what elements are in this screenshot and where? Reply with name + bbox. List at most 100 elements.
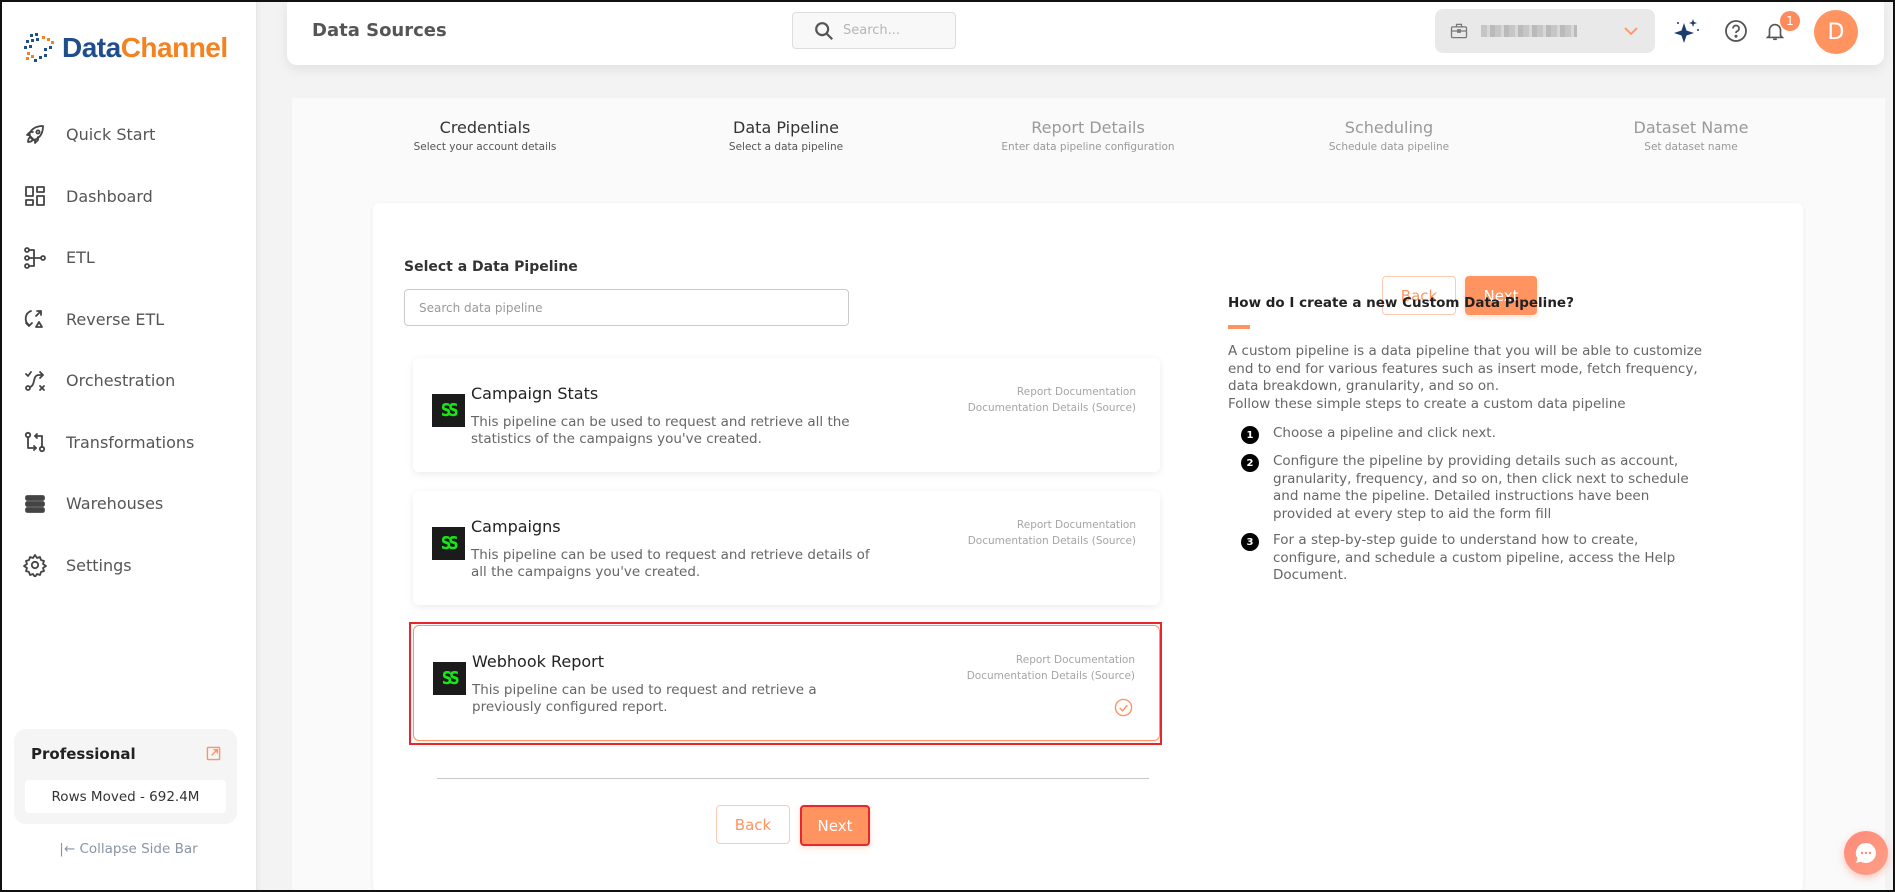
help-step: 1 Choose a pipeline and click next. <box>1228 425 1718 444</box>
help-accent-bar <box>1228 325 1250 329</box>
chat-bubble-icon <box>1855 842 1876 863</box>
briefcase-icon <box>1450 23 1468 39</box>
workspace-name: Workspace 1 (blurred) <box>1481 25 1577 37</box>
reverse-etl-icon <box>22 306 48 332</box>
sidebar-item-label: Dashboard <box>66 186 153 206</box>
pipeline-links: Report Documentation Documentation Detai… <box>967 652 1135 684</box>
ai-sparkle-button[interactable] <box>1672 17 1700 45</box>
step-credentials[interactable]: Credentials Select your account details <box>365 118 605 153</box>
pipeline-card-campaign-stats[interactable]: SS Campaign Stats This pipeline can be u… <box>413 358 1160 472</box>
pipeline-description: This pipeline can be used to request and… <box>472 682 817 715</box>
pipeline-card-campaigns[interactable]: SS Campaigns This pipeline can be used t… <box>413 491 1160 605</box>
help-panel: How do I create a new Custom Data Pipeli… <box>1228 295 1718 594</box>
sidebar-item-label: Settings <box>66 555 132 575</box>
chat-widget-button[interactable] <box>1844 831 1888 875</box>
plan-card: Professional Rows Moved - 692.4M <box>14 729 237 824</box>
pipeline-search-input[interactable] <box>404 289 849 326</box>
report-documentation-link[interactable]: Report Documentation <box>967 652 1135 668</box>
wizard-steps: Credentials Select your account details … <box>292 118 1885 158</box>
help-steps: 1 Choose a pipeline and click next. 2 Co… <box>1228 425 1718 585</box>
sidebar-item-dashboard[interactable]: Dashboard <box>0 166 257 228</box>
pipeline-name: Campaigns <box>471 517 561 536</box>
documentation-details-link[interactable]: Documentation Details (Source) <box>967 668 1135 684</box>
search-input[interactable] <box>843 23 943 38</box>
etl-icon <box>22 245 48 271</box>
collapse-sidebar-button[interactable]: |← Collapse Side Bar <box>0 841 257 857</box>
pipeline-name: Campaign Stats <box>471 384 599 403</box>
divider <box>437 778 1149 779</box>
step-label: Credentials <box>439 118 531 137</box>
sidebar-item-label: Reverse ETL <box>66 309 165 329</box>
help-step-text: For a step-by-step guide to understand h… <box>1273 532 1676 583</box>
user-avatar[interactable]: D <box>1814 10 1858 54</box>
sidebar-item-label: Transformations <box>66 432 195 452</box>
sidebar-item-reverse-etl[interactable]: Reverse ETL <box>0 289 257 351</box>
workspace-selector[interactable]: Workspace 1 (blurred) <box>1435 9 1655 53</box>
transformations-icon <box>22 429 48 455</box>
sidebar: DataChannel Quick Start Dashboard ETL Re… <box>0 0 257 892</box>
report-documentation-link[interactable]: Report Documentation <box>968 517 1136 533</box>
logo-text: DataChannel <box>62 32 228 63</box>
step-report-details[interactable]: Report Details Enter data pipeline confi… <box>968 118 1208 153</box>
sidebar-item-transformations[interactable]: Transformations <box>0 412 257 474</box>
rows-moved: Rows Moved - 692.4M <box>25 780 226 813</box>
step-number-badge: 3 <box>1241 533 1259 551</box>
gear-icon <box>22 552 48 578</box>
pipeline-links: Report Documentation Documentation Detai… <box>968 517 1136 549</box>
sidebar-nav: Quick Start Dashboard ETL Reverse ETL Or… <box>0 104 257 596</box>
help-button[interactable] <box>1722 17 1750 45</box>
step-scheduling[interactable]: Scheduling Schedule data pipeline <box>1269 118 1509 153</box>
external-link-icon[interactable] <box>206 746 221 761</box>
step-label: Dataset Name <box>1633 118 1749 137</box>
plan-name: Professional <box>31 745 136 763</box>
sidebar-item-quick-start[interactable]: Quick Start <box>0 104 257 166</box>
sidebar-item-label: Warehouses <box>66 494 164 514</box>
rocket-icon <box>22 122 48 148</box>
back-button-bottom[interactable]: Back <box>716 805 790 844</box>
pipeline-name: Webhook Report <box>472 652 604 671</box>
global-search[interactable] <box>792 12 956 49</box>
dashboard-icon <box>22 183 48 209</box>
help-intro: A custom pipeline is a data pipeline tha… <box>1228 343 1703 412</box>
next-button-bottom[interactable]: Next <box>800 805 870 846</box>
step-dataset-name[interactable]: Dataset Name Set dataset name <box>1571 118 1811 153</box>
help-title: How do I create a new Custom Data Pipeli… <box>1228 295 1574 311</box>
chevron-down-icon <box>1624 27 1638 36</box>
warehouses-icon <box>22 491 48 517</box>
pipeline-links: Report Documentation Documentation Detai… <box>968 384 1136 416</box>
help-circle-icon <box>1725 20 1747 42</box>
notification-badge: 1 <box>1780 11 1800 31</box>
step-data-pipeline[interactable]: Data Pipeline Select a data pipeline <box>666 118 906 153</box>
pipeline-source-icon: SS <box>432 394 465 427</box>
pipeline-selection-card: Select a Data Pipeline Back Next SS Camp… <box>373 203 1803 892</box>
step-subtitle: Select your account details <box>413 141 557 153</box>
sidebar-item-orchestration[interactable]: Orchestration <box>0 350 257 412</box>
help-step-text: Choose a pipeline and click next. <box>1273 425 1496 441</box>
sidebar-item-label: Orchestration <box>66 371 176 391</box>
pipeline-source-icon: SS <box>432 527 465 560</box>
page-title: Data Sources <box>312 20 447 41</box>
report-documentation-link[interactable]: Report Documentation <box>968 384 1136 400</box>
sidebar-item-settings[interactable]: Settings <box>0 535 257 597</box>
search-icon <box>815 21 834 40</box>
sidebar-item-label: ETL <box>66 248 95 268</box>
section-title: Select a Data Pipeline <box>404 259 578 275</box>
step-label: Scheduling <box>1344 118 1434 137</box>
datachannel-logo[interactable]: DataChannel <box>22 30 228 66</box>
sidebar-item-warehouses[interactable]: Warehouses <box>0 473 257 535</box>
pipeline-description: This pipeline can be used to request and… <box>471 414 850 447</box>
pipeline-card-webhook-report[interactable]: SS Webhook Report This pipeline can be u… <box>413 625 1160 741</box>
documentation-details-link[interactable]: Documentation Details (Source) <box>968 533 1136 549</box>
sidebar-item-etl[interactable]: ETL <box>0 227 257 289</box>
step-number-badge: 1 <box>1241 426 1259 444</box>
help-step-text: Configure the pipeline by providing deta… <box>1273 453 1689 522</box>
help-step: 2 Configure the pipeline by providing de… <box>1228 453 1718 523</box>
sparkle-icon <box>1674 19 1699 43</box>
step-number-badge: 2 <box>1241 454 1259 472</box>
step-label: Report Details <box>1031 118 1145 137</box>
pipeline-source-icon: SS <box>433 662 466 695</box>
step-subtitle: Enter data pipeline configuration <box>1001 141 1175 153</box>
step-subtitle: Select a data pipeline <box>728 141 844 153</box>
logo-mark-icon <box>24 33 54 62</box>
documentation-details-link[interactable]: Documentation Details (Source) <box>968 400 1136 416</box>
